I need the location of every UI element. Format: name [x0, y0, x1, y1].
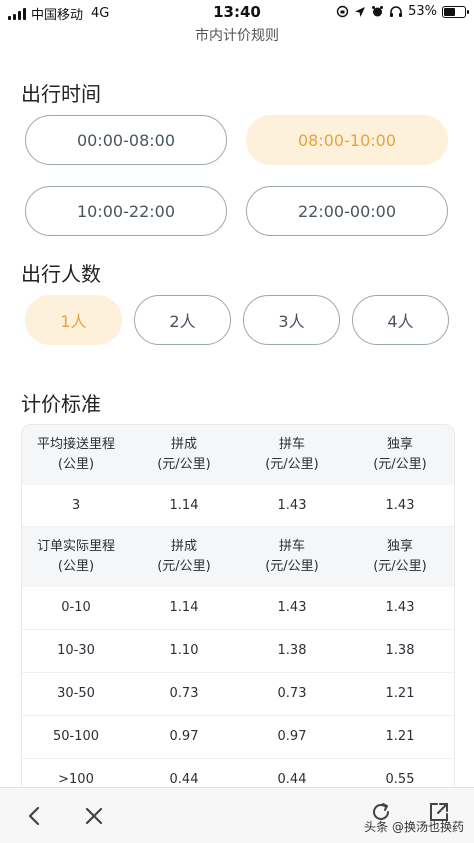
time-option-2[interactable]: 10:00-22:00	[25, 186, 227, 236]
table-body: 0-10 1.14 1.43 1.43 10-30 1.10 1.38 1.38…	[22, 587, 454, 793]
table-cell: 1.14	[169, 497, 199, 513]
table-cell: 1.10	[169, 643, 199, 658]
table-cell: 1.43	[277, 497, 307, 513]
table-header-cell: 拼车 (元/公里)	[265, 539, 319, 574]
table-cell: 0.97	[277, 729, 307, 744]
table-row: 10-30 1.10 1.38 1.38	[22, 630, 454, 673]
table-cell: 1.38	[277, 643, 307, 658]
headphones-icon	[390, 6, 403, 17]
time-option-1[interactable]: 08:00-10:00	[246, 115, 448, 165]
table-header-cell: 拼车 (元/公里)	[265, 437, 319, 472]
table-row: 30-50 0.73 0.73 1.21	[22, 673, 454, 716]
close-icon[interactable]	[80, 802, 108, 830]
table-cell: 1.43	[385, 600, 415, 615]
passenger-option-1[interactable]: 2人	[134, 295, 231, 345]
table-cell: 1.21	[385, 686, 415, 701]
table-cell: 1.43	[385, 497, 415, 513]
back-icon[interactable]	[21, 802, 49, 830]
table-cell: 1.21	[385, 729, 415, 744]
location-icon	[355, 6, 366, 17]
table-cell: 50-100	[52, 729, 100, 744]
battery-percent: 53%	[408, 4, 437, 19]
table-row: 0-10 1.14 1.43 1.43	[22, 587, 454, 630]
battery-icon	[442, 5, 469, 18]
watermark: 头条 @换汤也换药	[364, 820, 464, 834]
page-title: 市内计价规则	[195, 28, 279, 44]
table-cell: 3	[71, 497, 81, 513]
passengers-title: 出行人数	[21, 262, 101, 286]
passenger-option-2[interactable]: 3人	[243, 295, 340, 345]
table-cell: 1.43	[277, 600, 307, 615]
table-header-cell: 平均接送里程 (公里)	[36, 437, 115, 472]
pricing-title: 计价标准	[21, 392, 101, 416]
table-header-cell: 独享 (元/公里)	[373, 437, 427, 472]
table-cell: 0.73	[277, 686, 307, 701]
table-row: 3 1.14 1.43 1.43	[22, 485, 454, 527]
table-cell: 1.14	[169, 600, 199, 615]
table-header-cell: 拼成 (元/公里)	[157, 539, 211, 574]
table-header-row: 平均接送里程 (公里) 拼成 (元/公里) 拼车 (元/公里) 独享 (元/公里)	[22, 425, 454, 485]
status-right: 53%	[336, 4, 469, 19]
table-cell: 0.97	[169, 729, 199, 744]
travel-time-title: 出行时间	[21, 82, 101, 106]
passenger-option-3[interactable]: 4人	[352, 295, 449, 345]
passenger-option-0[interactable]: 1人	[25, 295, 122, 345]
alarm-icon	[372, 6, 384, 17]
table-cell: 0.73	[169, 686, 199, 701]
table-row: 50-100 0.97 0.97 1.21	[22, 716, 454, 759]
table-cell: 30-50	[57, 686, 95, 701]
status-bar: 中国移动 4G 13:40 53%	[0, 0, 474, 24]
table-header-row: 订单实际里程 (公里) 拼成 (元/公里) 拼车 (元/公里) 独享 (元/公里)	[22, 527, 454, 587]
time-option-0[interactable]: 00:00-08:00	[25, 115, 227, 165]
table-header-cell: 订单实际里程 (公里)	[36, 539, 115, 574]
lock-rotation-icon	[336, 5, 349, 18]
table-cell: 10-30	[57, 643, 95, 658]
table-cell: 0-10	[61, 600, 91, 615]
pricing-table: 平均接送里程 (公里) 拼成 (元/公里) 拼车 (元/公里) 独享 (元/公里) 3 …	[21, 424, 455, 794]
bottom-toolbar: 头条 @换汤也换药	[0, 787, 474, 843]
time-option-3[interactable]: 22:00-00:00	[246, 186, 448, 236]
table-header-cell: 拼成 (元/公里)	[157, 437, 211, 472]
table-cell: 1.38	[385, 643, 415, 658]
table-header-cell: 独享 (元/公里)	[373, 539, 427, 574]
